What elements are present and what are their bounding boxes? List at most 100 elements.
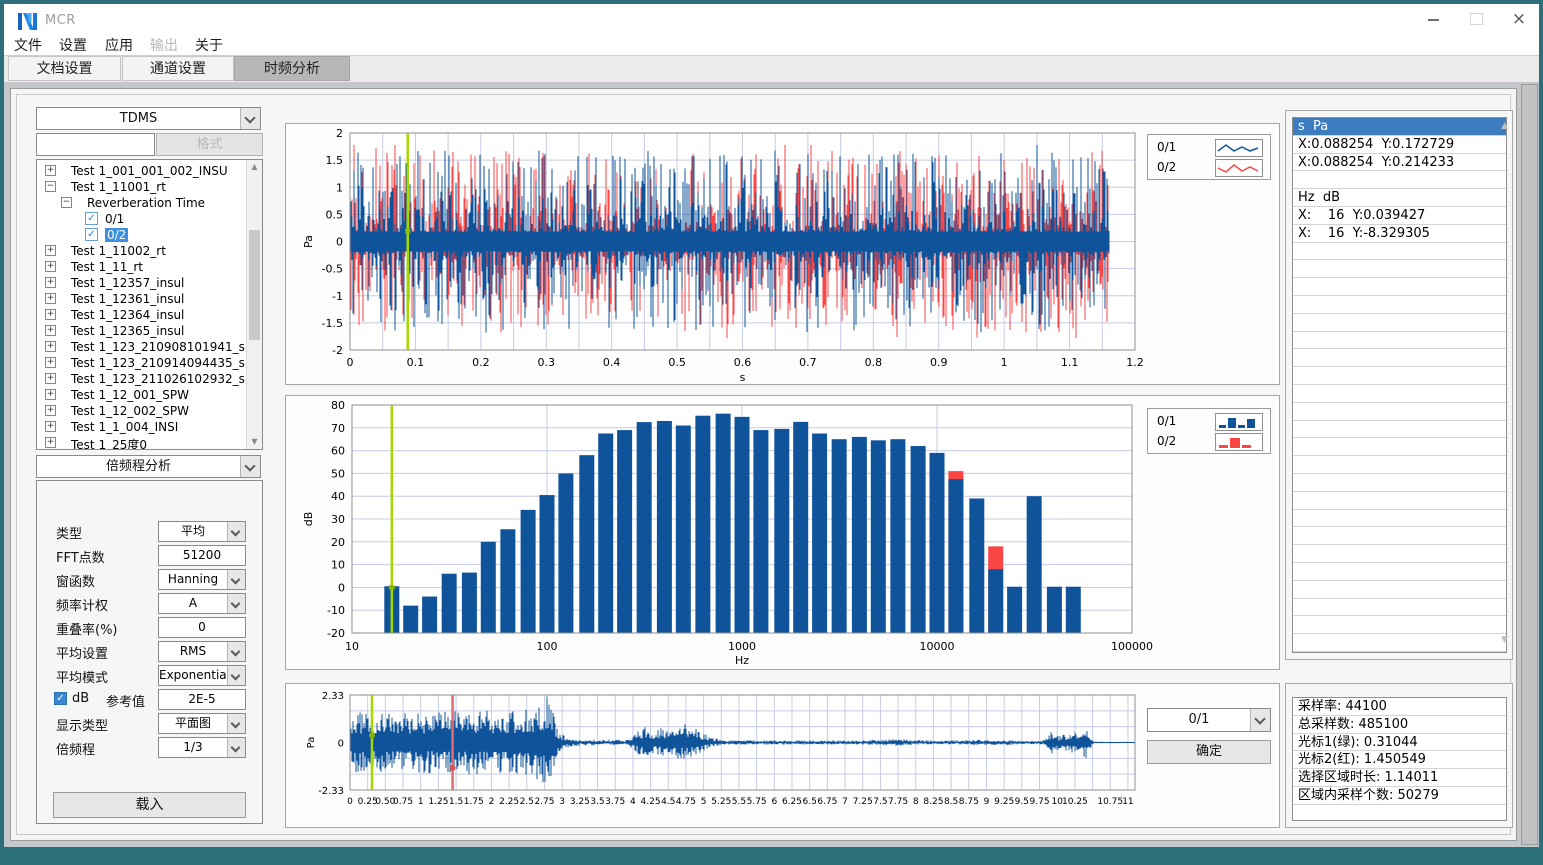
field-select[interactable]: RMS <box>158 641 246 662</box>
green-cursor-marker <box>389 585 395 589</box>
svg-text:6: 6 <box>771 797 777 807</box>
tree-item[interactable]: ✓0/1 <box>37 211 242 227</box>
cursor-readout-list[interactable]: s PaX:0.088254 Y:0.172729X:0.088254 Y:0.… <box>1292 117 1507 653</box>
field-label: 平均设置 <box>56 643 108 662</box>
tab-1[interactable]: 文档设置 <box>8 56 121 81</box>
svg-text:1.5: 1.5 <box>449 797 463 807</box>
analysis-type-select[interactable]: 倍频程分析 <box>36 455 261 478</box>
tree-item[interactable]: +Test 1_12357_insul <box>37 275 242 291</box>
checkbox-checked[interactable]: ✓ <box>85 228 98 241</box>
field-value: A <box>159 594 227 613</box>
expand-plus-icon[interactable]: + <box>45 277 56 288</box>
window-vertical-scrollbar[interactable] <box>1521 84 1538 845</box>
close-button[interactable]: × <box>1503 10 1535 30</box>
field-label: 重叠率(%) <box>56 619 118 638</box>
minimize-button[interactable] <box>1417 10 1449 30</box>
field-select[interactable]: 1/3 <box>158 737 246 758</box>
field-select[interactable]: 平均 <box>158 521 246 542</box>
scroll-down-icon[interactable]: ▼ <box>247 437 262 446</box>
tree-item[interactable]: +Test 1_12_001_SPW <box>37 387 242 403</box>
format-type-select[interactable]: TDMS <box>36 107 261 130</box>
scroll-up-icon[interactable]: ▲ <box>1501 121 1508 131</box>
tree-item[interactable]: +Test 1_123_210914094435_spw <box>37 355 242 371</box>
field-select[interactable]: A <box>158 593 246 614</box>
overview-chart[interactable]: 2.330-2.3300.250.500.7511.251.51.7522.25… <box>286 684 1279 827</box>
tree-item[interactable]: +Test 1_12_002_SPW <box>37 403 242 419</box>
tree-item[interactable]: −Test 1_11001_rt <box>37 179 242 195</box>
expand-plus-icon[interactable]: + <box>45 357 56 368</box>
collapse-minus-icon[interactable]: − <box>45 181 56 192</box>
expand-plus-icon[interactable]: + <box>45 373 56 384</box>
stat-row: 光标1(绿): 0.31044 <box>1293 734 1506 752</box>
svg-text:11: 11 <box>1122 797 1133 807</box>
db-checkbox-checked[interactable]: ✓ <box>54 692 67 705</box>
time-chart[interactable]: 21.510.50-0.5-1-1.5-200.10.20.30.40.50.6… <box>286 124 1279 384</box>
tree-item[interactable]: +Test 1_123_210908101941_spw <box>37 339 242 355</box>
filter-input[interactable] <box>36 133 155 156</box>
tree-item[interactable]: +Test 1_11002_rt <box>37 243 242 259</box>
expand-plus-icon[interactable]: + <box>45 261 56 272</box>
tree-item[interactable]: +Test 1_12364_insul <box>37 307 242 323</box>
field-input[interactable]: 51200 <box>158 545 246 566</box>
spectrum-chart[interactable]: 80706050403020100-10-2010100100010000100… <box>286 396 1279 669</box>
svg-text:3.75: 3.75 <box>605 797 625 807</box>
scroll-up-icon[interactable]: ▲ <box>247 162 262 171</box>
field-select[interactable]: Exponential <box>158 665 246 686</box>
menu-item-1[interactable]: 文件 <box>14 35 42 55</box>
load-button[interactable]: 载入 <box>53 792 246 818</box>
expand-plus-icon[interactable]: + <box>45 165 56 176</box>
tree-item[interactable]: +Test 1_12365_insul <box>37 323 242 339</box>
bar-0-1 <box>948 479 963 633</box>
tree-item[interactable]: ✓0/2 <box>37 227 242 243</box>
tab-3[interactable]: 时频分析 <box>234 56 350 81</box>
svg-text:1000: 1000 <box>728 640 756 653</box>
expand-plus-icon[interactable]: + <box>45 421 56 432</box>
expand-plus-icon[interactable]: + <box>45 245 56 256</box>
expand-plus-icon[interactable]: + <box>45 341 56 352</box>
tree-item[interactable]: +Test 1_11_rt <box>37 259 242 275</box>
expand-plus-icon[interactable]: + <box>45 325 56 336</box>
legend-line-icon <box>1215 159 1263 177</box>
field-select[interactable]: 平面图 <box>158 713 246 734</box>
tree-scrollbar[interactable]: ▲▼ <box>246 160 262 449</box>
svg-text:2: 2 <box>336 127 343 140</box>
chevron-down-icon <box>240 456 260 477</box>
scroll-down-icon[interactable]: ▼ <box>1501 635 1508 645</box>
file-tree[interactable]: +Test 1_001_001_002_INSU−Test 1_11001_rt… <box>36 159 263 450</box>
bar-0-1 <box>911 446 926 633</box>
overview-chart-panel: 2.330-2.3300.250.500.7511.251.51.7522.25… <box>285 683 1280 828</box>
tree-item-label: Test 1_12361_insul <box>71 292 184 306</box>
expand-plus-icon[interactable]: + <box>45 405 56 416</box>
tree-item[interactable]: +Test 1_001_001_002_INSU <box>37 163 242 179</box>
scrollbar-thumb[interactable] <box>249 230 260 340</box>
checkbox-checked[interactable]: ✓ <box>85 212 98 225</box>
reference-value-input[interactable]: 2E-5 <box>158 689 246 710</box>
bar-0-1 <box>793 422 808 633</box>
tree-item[interactable]: −Reverberation Time <box>37 195 242 211</box>
menu-item-5[interactable]: 关于 <box>195 35 223 55</box>
readout-row: X:0.088254 Y:0.172729 <box>1293 136 1506 154</box>
field-input[interactable]: 0 <box>158 617 246 638</box>
tab-2[interactable]: 通道设置 <box>122 56 234 81</box>
expand-plus-icon[interactable]: + <box>45 389 56 400</box>
maximize-button[interactable] <box>1460 10 1492 30</box>
field-select[interactable]: Hanning <box>158 569 246 590</box>
expand-plus-icon[interactable]: + <box>45 309 56 320</box>
tree-item[interactable]: +Test 1_123_211026102932_spw <box>37 371 242 387</box>
field-label: 类型 <box>56 523 82 542</box>
channel-select[interactable]: 0/1 <box>1147 708 1271 732</box>
menu-item-3[interactable]: 应用 <box>105 35 133 55</box>
tree-item[interactable]: + Test 1_12361_insul <box>37 291 242 307</box>
expand-plus-icon[interactable]: + <box>45 437 56 448</box>
field-label: 频率计权 <box>56 595 108 614</box>
confirm-button[interactable]: 确定 <box>1147 740 1271 764</box>
tree-item[interactable]: +Test 1_1_004_INSI <box>37 419 242 435</box>
selection-stats-list: 采样率: 44100总采样数: 485100光标1(绿): 0.31044光标2… <box>1292 697 1507 821</box>
menu-item-2[interactable]: 设置 <box>59 35 87 55</box>
format-button: 格式 <box>156 133 263 156</box>
svg-text:0: 0 <box>347 356 354 369</box>
collapse-minus-icon[interactable]: − <box>61 197 72 208</box>
bar-0-1 <box>871 440 886 633</box>
tree-item[interactable]: +Test 1_25度0 <box>37 435 242 450</box>
expand-plus-icon[interactable]: + <box>45 293 56 304</box>
